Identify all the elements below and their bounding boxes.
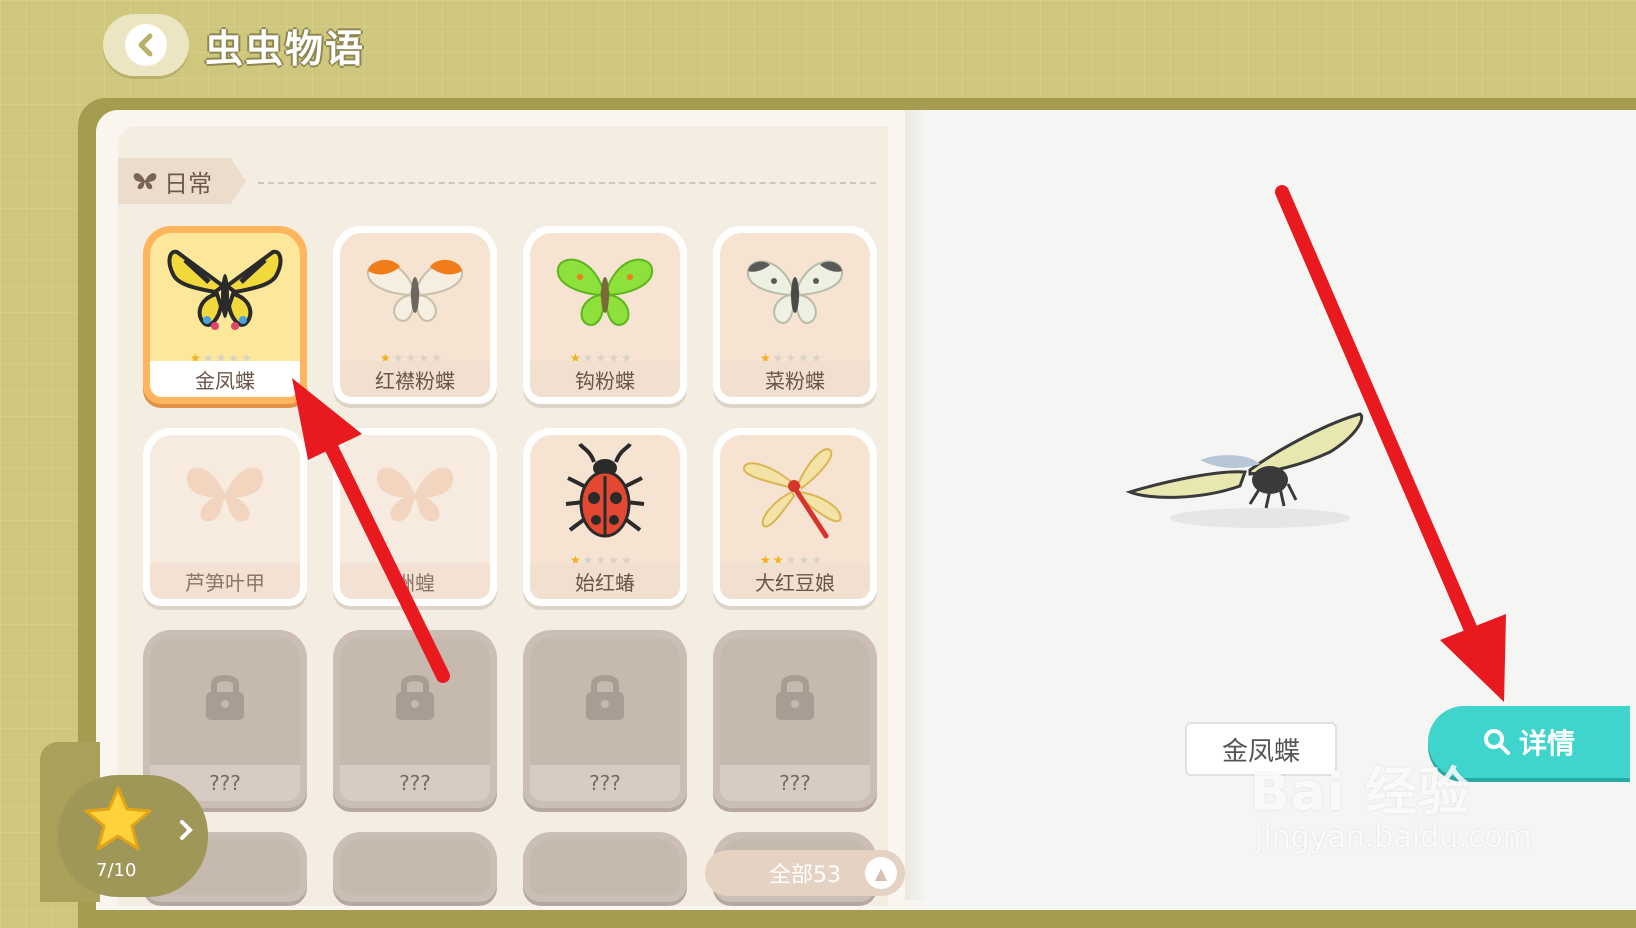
insect-preview <box>1120 400 1380 544</box>
insect-name: 钩粉蝶 <box>530 361 680 397</box>
butterfly-icon <box>133 173 157 190</box>
lock-icon <box>720 637 870 755</box>
chevron-up-icon: ▲ <box>865 857 897 889</box>
insect-name: 始红蝽 <box>530 563 680 599</box>
insect-card[interactable]: ★ ★ ★ ★ ★ 始红蝽 <box>523 428 687 606</box>
locked-card[interactable]: ??? <box>333 630 497 808</box>
insect-name: 红襟粉蝶 <box>340 361 490 397</box>
back-button[interactable] <box>103 14 189 76</box>
insect-card[interactable]: ★ ★ ★ ★ ★ 红襟粉蝶 <box>333 226 497 404</box>
brimstone-butterfly-icon <box>530 233 680 351</box>
progress-count: 7/10 <box>96 860 137 881</box>
insect-name: 金凤蝶 <box>150 361 300 397</box>
insect-name: 菜粉蝶 <box>720 361 870 397</box>
section-label: 日常 <box>164 169 212 198</box>
locked-card[interactable] <box>523 832 687 902</box>
locked-card[interactable]: ??? <box>523 630 687 808</box>
insect-card[interactable]: ★ ★ ★ ★ ★ 菜粉蝶 <box>713 226 877 404</box>
insect-name: 洲蝗 <box>340 563 490 599</box>
details-label: 详情 <box>1518 727 1575 760</box>
lock-icon <box>340 637 490 755</box>
insect-card[interactable]: ★ ★ ★ ★ ★ 钩粉蝶 <box>523 226 687 404</box>
filter-all-button[interactable]: 全部53 ▲ <box>705 850 905 896</box>
insect-name: 芦笋叶甲 <box>150 563 300 599</box>
page-title: 虫虫物语 <box>205 27 366 71</box>
locked-card[interactable]: ??? <box>713 630 877 808</box>
insect-card[interactable]: ★ ★ ★ ★ ★ 金凤蝶 <box>143 226 307 404</box>
red-damselfly-icon <box>720 435 870 553</box>
book-spine <box>905 110 927 900</box>
watermark-url: jingyan.baidu.com <box>1255 820 1532 855</box>
filter-label: 全部53 <box>769 863 841 888</box>
insect-name: 大红豆娘 <box>720 563 870 599</box>
insect-card[interactable]: 洲蝗 <box>333 428 497 606</box>
insect-name: ??? <box>720 765 870 801</box>
lock-icon <box>530 637 680 755</box>
chevron-right-icon <box>180 820 193 840</box>
chevron-left-icon <box>125 24 167 66</box>
star-icon <box>84 786 152 851</box>
section-tag: 日常 <box>118 158 246 204</box>
search-icon <box>1483 729 1510 755</box>
butterfly-silhouette-icon <box>150 435 300 553</box>
orange-tip-butterfly-icon <box>340 233 490 351</box>
lock-icon <box>150 637 300 755</box>
firebug-icon <box>530 435 680 553</box>
insect-card[interactable]: 芦笋叶甲 <box>143 428 307 606</box>
watermark-logo: Bai 经验 <box>1250 763 1471 823</box>
butterfly-silhouette-icon <box>340 435 490 553</box>
swallowtail-butterfly-icon <box>150 233 300 351</box>
insect-name: ??? <box>340 765 490 801</box>
section-divider <box>258 182 876 184</box>
insect-name: ??? <box>530 765 680 801</box>
locked-card[interactable] <box>333 832 497 902</box>
insect-card[interactable]: ★ ★ ★ ★ ★ 大红豆娘 <box>713 428 877 606</box>
cabbage-white-butterfly-icon <box>720 233 870 351</box>
